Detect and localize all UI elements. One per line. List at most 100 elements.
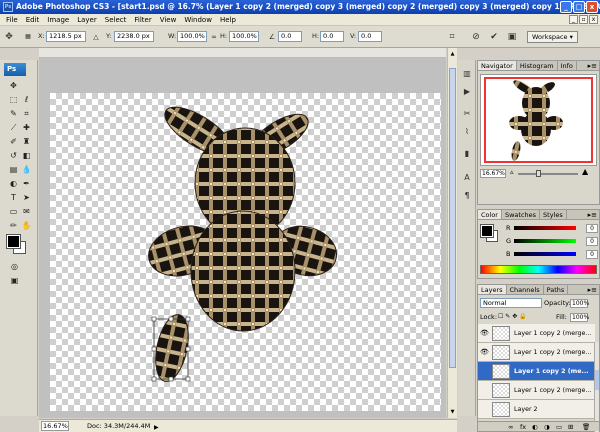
gradient-tool-icon[interactable]: ▤ [8, 164, 19, 175]
transform-handle[interactable] [151, 316, 157, 322]
tab-paths[interactable]: Paths [544, 285, 569, 294]
doc-restore-icon[interactable]: ▫ [579, 15, 588, 24]
menu-file[interactable]: File [2, 16, 22, 24]
canvas-vertical-scrollbar[interactable]: ▲ ▼ [447, 48, 457, 418]
eyedropper-icon[interactable]: ✏ [8, 220, 19, 231]
tab-swatches[interactable]: Swatches [502, 210, 541, 219]
commit-transform-icon[interactable]: ✔ [488, 31, 500, 43]
navigator-preview[interactable] [480, 74, 597, 166]
rotation-field[interactable]: 0.0 [278, 31, 302, 42]
menu-image[interactable]: Image [43, 16, 73, 24]
brush-tool-icon[interactable]: ✐ [8, 136, 19, 147]
width-field[interactable]: 100.0% [177, 31, 207, 42]
menu-window[interactable]: Window [180, 16, 216, 24]
healing-brush-icon[interactable]: ✚ [21, 122, 32, 133]
menu-view[interactable]: View [156, 16, 181, 24]
lock-icons[interactable]: ☐ ✎ ✥ 🔒 [498, 312, 527, 322]
warp-icon[interactable]: ⌗ [446, 31, 458, 43]
menu-help[interactable]: Help [216, 16, 240, 24]
opacity-field[interactable]: 100% [570, 299, 589, 308]
screen-mode-icon[interactable]: ▣ [9, 275, 20, 286]
workspace-menu[interactable]: Workspace ▾ [527, 31, 578, 43]
history-panel-icon[interactable]: ▥ [461, 68, 473, 80]
link-icon[interactable]: ∞ [208, 31, 220, 43]
scroll-down-icon[interactable]: ▼ [449, 408, 456, 416]
transform-handle[interactable] [151, 346, 157, 352]
crop-tool-icon[interactable]: ⌗ [21, 108, 32, 119]
quick-selection-icon[interactable]: ✎ [8, 108, 19, 119]
transform-handle[interactable] [185, 316, 191, 322]
actions-panel-icon[interactable]: ▶ [461, 86, 473, 98]
pen-tool-icon[interactable]: ✒ [21, 178, 32, 189]
tab-navigator[interactable]: Navigator [478, 61, 517, 70]
history-brush-icon[interactable]: ↺ [8, 150, 19, 161]
color-fg-swatch[interactable] [480, 224, 494, 238]
layer-row[interactable]: 👁 Layer 1 copy 2 (merge... [478, 324, 595, 343]
transform-handle[interactable] [185, 346, 191, 352]
green-slider[interactable] [514, 239, 576, 243]
link-layers-icon[interactable]: ∞ [508, 422, 513, 432]
doc-minimize-icon[interactable]: _ [569, 15, 578, 24]
new-group-icon[interactable]: ▭ [556, 422, 562, 432]
paragraph-panel-icon[interactable]: ¶ [461, 190, 473, 202]
tab-layers[interactable]: Layers [478, 285, 507, 294]
zoom-level-field[interactable]: 16.67% [41, 421, 69, 431]
canvas[interactable] [50, 93, 441, 411]
doc-close-icon[interactable]: x [589, 15, 598, 24]
bridge-icon[interactable]: ▣ [506, 31, 518, 43]
move-tool-icon[interactable]: ✥ [8, 80, 19, 91]
panel-menu-icon[interactable]: ▸≡ [588, 285, 597, 295]
clone-stamp-icon[interactable]: ♜ [21, 136, 32, 147]
hand-tool-icon[interactable]: ✋ [21, 220, 32, 231]
relative-position-icon[interactable]: △ [90, 31, 102, 43]
tab-info[interactable]: Info [558, 61, 577, 70]
scroll-up-icon[interactable]: ▲ [449, 50, 456, 58]
navigator-view-box[interactable] [484, 77, 593, 163]
blend-mode-select[interactable]: Normal [480, 298, 542, 308]
zoom-slider-knob[interactable] [536, 170, 541, 177]
new-layer-icon[interactable]: ⊞ [568, 422, 573, 432]
scrollbar-thumb[interactable] [449, 68, 456, 368]
visibility-eye-icon[interactable]: 👁 [480, 328, 489, 338]
character-panel-icon[interactable]: A [461, 172, 473, 184]
blur-tool-icon[interactable]: 💧 [21, 164, 32, 175]
tab-histogram[interactable]: Histogram [517, 61, 558, 70]
eraser-tool-icon[interactable]: ◧ [21, 150, 32, 161]
menu-edit[interactable]: Edit [22, 16, 44, 24]
minimize-button[interactable]: _ [560, 1, 572, 13]
delete-layer-icon[interactable]: 🗑 [582, 422, 590, 432]
path-selection-icon[interactable]: ➤ [21, 192, 32, 203]
visibility-toggle[interactable] [480, 404, 489, 414]
blue-slider[interactable] [514, 252, 576, 256]
x-position-field[interactable]: 1218.5 px [46, 31, 86, 42]
dodge-tool-icon[interactable]: ◐ [8, 178, 19, 189]
transform-handle[interactable] [168, 376, 174, 382]
height-field[interactable]: 100.0% [229, 31, 259, 42]
transform-handle[interactable] [151, 376, 157, 382]
brushes-panel-icon[interactable]: ⌇ [461, 126, 473, 138]
red-slider[interactable] [514, 226, 576, 230]
marquee-tool-icon[interactable]: ⬚ [8, 94, 19, 105]
y-position-field[interactable]: 2238.0 px [114, 31, 154, 42]
visibility-eye-icon[interactable]: 👁 [480, 347, 489, 357]
v-skew-field[interactable]: 0.0 [358, 31, 382, 42]
navigator-zoom-slider[interactable] [518, 173, 578, 175]
transform-handle[interactable] [168, 316, 174, 322]
layer-mask-icon[interactable]: ◐ [532, 422, 538, 432]
cancel-transform-icon[interactable]: ⊘ [470, 31, 482, 43]
clone-source-icon[interactable]: ▮ [461, 148, 473, 160]
foreground-color-swatch[interactable] [6, 234, 21, 249]
h-skew-field[interactable]: 0.0 [320, 31, 344, 42]
blue-value-field[interactable]: 0 [586, 250, 598, 259]
zoom-in-icon[interactable]: ▲ [582, 167, 588, 176]
maximize-button[interactable]: □ [573, 1, 585, 13]
layer-style-icon[interactable]: fx [520, 422, 526, 432]
tool-presets-icon[interactable]: ✂ [461, 108, 473, 120]
layer-row[interactable]: Layer 2 [478, 400, 595, 419]
menu-filter[interactable]: Filter [130, 16, 155, 24]
layer-row[interactable]: Layer 1 copy 2 (merge... [478, 381, 595, 400]
layers-scroll-thumb[interactable] [595, 370, 599, 390]
adjustment-layer-icon[interactable]: ◑ [544, 422, 550, 432]
slice-tool-icon[interactable]: ⟋ [8, 122, 19, 133]
zoom-out-icon[interactable]: ▵ [510, 168, 514, 176]
